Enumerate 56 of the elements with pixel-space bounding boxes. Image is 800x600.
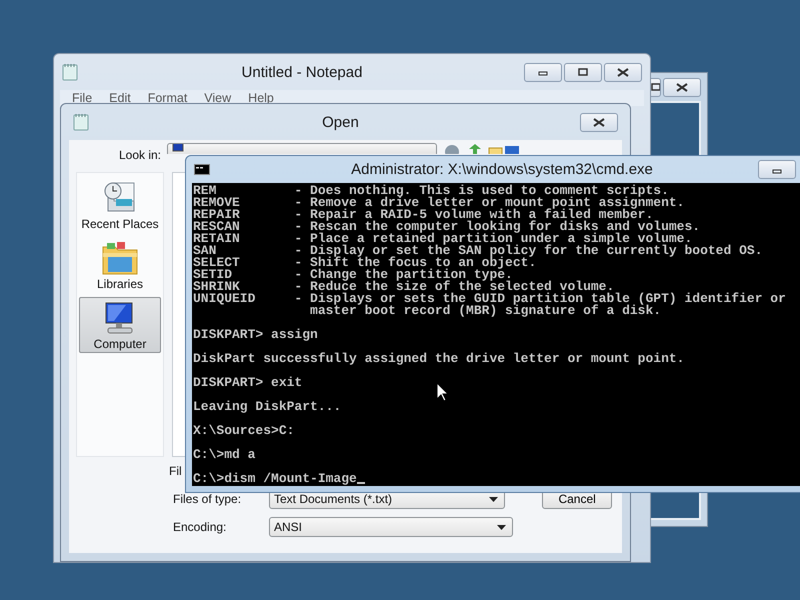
- maximize-icon: [578, 68, 588, 76]
- menu-item[interactable]: View: [204, 91, 232, 105]
- window-title: Administrator: X:\windows\system32\cmd.exe: [350, 161, 654, 178]
- files-of-type-label: Files of type:: [173, 492, 242, 506]
- place-item[interactable]: Libraries: [79, 237, 161, 293]
- console-line: RETAIN - Place a retained partition under a simple volume.: [193, 233, 692, 245]
- text-cursor: [356, 482, 365, 484]
- menu-item[interactable]: Help: [248, 91, 274, 105]
- minimize-button[interactable]: [758, 160, 796, 179]
- console-line: RESCAN - Rescan the computer looking for disks and volumes.: [193, 221, 700, 233]
- file-name-label: Fil: [169, 464, 182, 478]
- look-in-label: Look in:: [118, 148, 161, 162]
- encoding-label: Encoding:: [173, 520, 228, 534]
- console-line: SHRINK - Reduce the size of the selected volume.: [193, 281, 614, 293]
- notepad-icon: [73, 113, 89, 131]
- dropdown-arrow-icon: [489, 496, 498, 502]
- menu-item[interactable]: File: [72, 91, 92, 105]
- close-icon: [593, 118, 605, 126]
- dropdown-arrow-icon: [497, 524, 506, 530]
- maximize-button[interactable]: [564, 62, 602, 82]
- console-line: master boot record (MBR) signature of a disk.: [309, 305, 662, 317]
- menu-item[interactable]: Format: [148, 91, 188, 105]
- place-item[interactable]: Computer: [79, 297, 161, 353]
- close-button[interactable]: [663, 78, 701, 96]
- console-icon: [194, 164, 210, 175]
- restore-button[interactable]: [651, 78, 661, 96]
- dialog-title: Open: [321, 114, 360, 130]
- console-line: UNIQUEID - Displays or sets the GUID partition table (GPT) identifier or: [193, 293, 786, 305]
- console-line: SAN - Display or set the SAN policy for the currently booted OS.: [193, 245, 762, 257]
- console-line: REM - Does nothing. This is used to comment scripts.: [193, 185, 669, 197]
- mouse-pointer-icon: [436, 382, 450, 402]
- console-line: DiskPart successfully assigned the drive letter or mount point.: [193, 353, 684, 365]
- console-line: SETID - Change the partition type.: [193, 269, 513, 281]
- console-line: REPAIR - Repair a RAID-5 volume with a failed member.: [193, 209, 654, 221]
- close-icon: [617, 68, 629, 76]
- console-line: REMOVE - Remove a drive letter or mount point assignment.: [193, 197, 684, 209]
- console-line: SELECT - Shift the focus to an object.: [193, 257, 536, 269]
- console-line: C:\>dism /Mount-Image: [193, 473, 357, 485]
- place-item[interactable]: Recent Places: [79, 177, 161, 233]
- window-title: Untitled - Notepad: [240, 64, 364, 80]
- console-line: X:\Sources>C:: [193, 425, 294, 437]
- close-icon: [676, 82, 688, 92]
- console-line: DISKPART> assign: [193, 329, 318, 341]
- restore-icon: [651, 83, 660, 91]
- minimize-button[interactable]: [524, 62, 562, 82]
- look-in-dropdown[interactable]: [167, 143, 437, 154]
- folder-icon: [100, 239, 140, 277]
- menu-item[interactable]: Edit: [109, 91, 131, 105]
- computer-icon: [172, 144, 184, 154]
- console-line: DISKPART> exit: [193, 377, 302, 389]
- console-line: Leaving DiskPart...: [193, 401, 342, 413]
- close-button[interactable]: [604, 62, 642, 82]
- console-line: C:\>md a: [193, 449, 256, 461]
- encoding-dropdown[interactable]: ANSI: [269, 517, 513, 537]
- notepad-icon: [62, 63, 78, 81]
- close-button[interactable]: [580, 112, 618, 132]
